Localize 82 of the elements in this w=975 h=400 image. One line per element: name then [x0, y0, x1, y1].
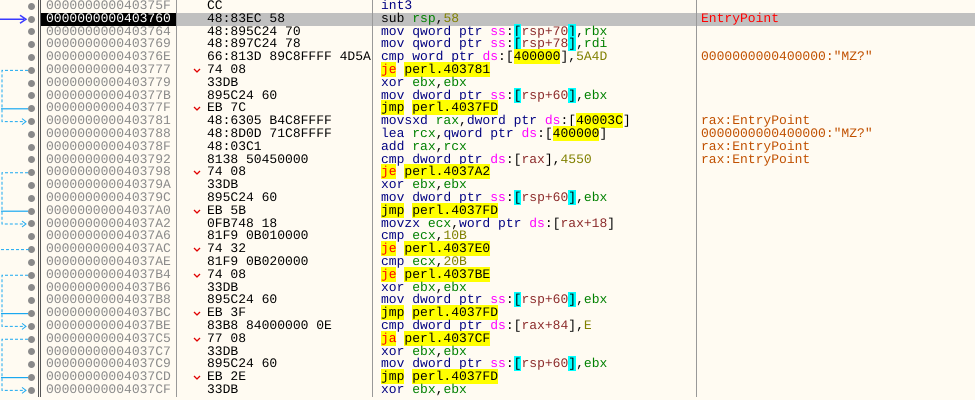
bytes-text: 48:03C1: [207, 140, 262, 154]
bytes-text: 74 08: [207, 64, 246, 77]
bytes-text: 81F9 0B010000: [207, 230, 308, 244]
dot-icon[interactable]: [28, 66, 35, 74]
dot-icon[interactable]: [28, 348, 35, 356]
bytes-text: 33DB: [207, 384, 238, 397]
bytes-text: 33DB: [207, 179, 238, 192]
bytes-text: 83B8 84000000 0E: [207, 320, 332, 333]
instruction-cell[interactable]: jmp perl.4037FD: [373, 371, 697, 384]
bytes-text: 33DB: [207, 282, 238, 294]
dot-icon[interactable]: [28, 182, 35, 190]
bytes-text: 895C24 60: [207, 192, 278, 205]
dot-icon[interactable]: [28, 220, 35, 228]
instruction-cell[interactable]: je perl.4037BE: [373, 268, 697, 282]
dot-icon[interactable]: [28, 130, 35, 138]
dot-icon[interactable]: [28, 28, 35, 36]
dot-icon[interactable]: [28, 361, 35, 368]
dot-icon[interactable]: [28, 297, 35, 304]
dot-icon[interactable]: [28, 169, 35, 176]
instruction-cell[interactable]: add rax,rcx: [373, 140, 697, 154]
bytes-text: EB 7C: [207, 102, 246, 116]
bytes-text: 74 08: [207, 166, 246, 180]
dot-icon[interactable]: [28, 156, 35, 164]
dot-icon[interactable]: [28, 118, 35, 126]
dot-icon[interactable]: [28, 322, 35, 330]
bytes-text: 74 08: [207, 268, 246, 282]
bytes-text: 48:897C24 78: [207, 38, 301, 52]
comment-text: rax:EntryPoint: [701, 113, 810, 128]
bytes-text: EB 5B: [207, 204, 246, 218]
instruction-cell[interactable]: je perl.4037E0: [373, 243, 697, 256]
bytes-text: CC: [207, 0, 223, 13]
bytes-text: 0FB748 18: [207, 218, 278, 230]
comment-text: 0000000000400000:"MZ?": [701, 126, 873, 141]
bytes-text: 48:6305 B4C8FFFF: [207, 115, 332, 128]
dot-icon[interactable]: [28, 105, 35, 112]
bytes-text: 895C24 60: [207, 358, 278, 372]
instruction-cell[interactable]: lea rcx,qword ptr ds:[400000]: [373, 128, 697, 141]
instruction-cell[interactable]: jmp perl.4037FD: [373, 204, 697, 218]
bytes-text: 8138 50450000: [207, 154, 308, 166]
bytes-text: 81F9 0B020000: [207, 256, 308, 269]
dot-icon[interactable]: [28, 144, 35, 151]
bytes-text: 895C24 60: [207, 294, 278, 308]
dot-icon[interactable]: [28, 233, 35, 240]
dot-icon[interactable]: [28, 16, 35, 23]
bytes-text: 74 32: [207, 243, 246, 256]
bytes-text: 33DB: [207, 76, 238, 90]
comment-text: EntryPoint: [701, 10, 780, 26]
dot-icon[interactable]: [28, 54, 35, 62]
dot-icon[interactable]: [28, 284, 35, 292]
dot-icon[interactable]: [28, 41, 35, 48]
dot-icon[interactable]: [28, 374, 35, 381]
comment-text: 0000000000400000:"MZ?": [701, 49, 873, 64]
dot-icon[interactable]: [28, 92, 35, 100]
instruction-cell[interactable]: jmp perl.4037FD: [373, 102, 697, 116]
comment-text: rax:EntryPoint: [701, 138, 810, 154]
bytes-text: 77 08: [207, 332, 246, 346]
instruction-cell[interactable]: je perl.403781: [373, 64, 697, 77]
dot-icon[interactable]: [28, 80, 35, 87]
bytes-text: 895C24 60: [207, 90, 278, 102]
dot-icon[interactable]: [28, 310, 35, 318]
dot-icon[interactable]: [28, 208, 35, 215]
dot-icon[interactable]: [28, 194, 35, 202]
comment-text: rax:EntryPoint: [701, 152, 810, 167]
bytes-text: 48:83EC 58: [207, 12, 286, 26]
dot-icon[interactable]: [28, 246, 35, 254]
address-cell[interactable]: 0000000000403760: [41, 12, 177, 26]
dot-icon[interactable]: [28, 258, 35, 266]
bytes-text: 48:8D0D 71C8FFFF: [207, 128, 332, 141]
bytes-text: 33DB: [207, 346, 238, 358]
dot-icon[interactable]: [28, 336, 35, 343]
bytes-text: EB 3F: [207, 307, 246, 320]
instruction-cell[interactable]: xor ebx,ebx: [373, 384, 697, 397]
dot-icon[interactable]: [28, 2, 35, 10]
instruction-cell[interactable]: je perl.4037A2: [373, 166, 697, 180]
instruction-cell[interactable]: movzx ecx,word ptr ds:[rax+18]: [373, 218, 697, 230]
bytes-text: 48:895C24 70: [207, 26, 301, 38]
dot-icon[interactable]: [28, 272, 35, 279]
instruction-cell[interactable]: jmp perl.4037FD: [373, 307, 697, 320]
bytes-text: EB 2E: [207, 371, 246, 384]
instruction-cell[interactable]: sub rsp,58: [373, 12, 697, 26]
bytes-text: 66:813D 89C8FFFF 4D5A: [207, 51, 371, 64]
dot-icon[interactable]: [28, 386, 35, 394]
